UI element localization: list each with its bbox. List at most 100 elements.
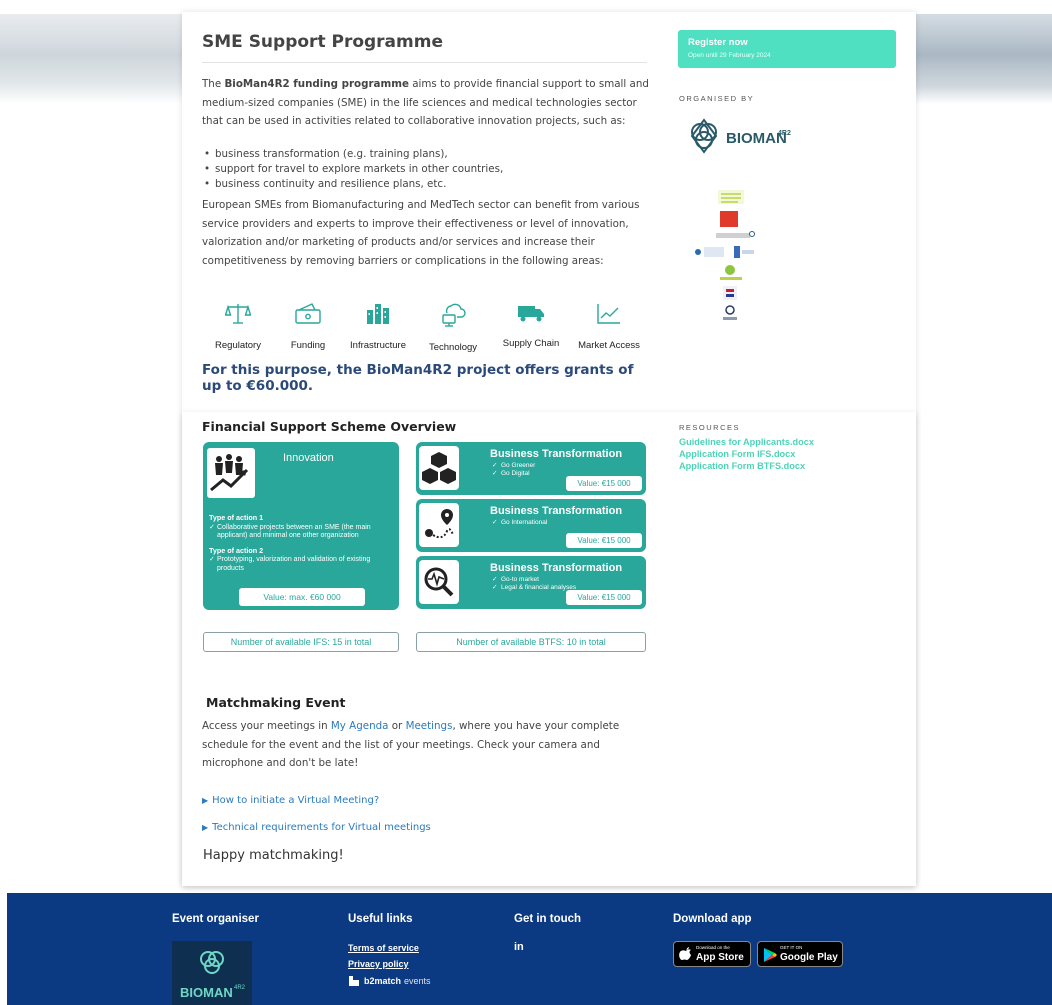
list-item: business continuity and resilience plans…	[202, 177, 652, 192]
bioman-logo[interactable]: BIOMAN 4R2	[682, 112, 802, 162]
bt-item: Go Digital	[492, 470, 535, 478]
organised-by-heading: ORGANISED BY	[679, 94, 755, 103]
privacy-link[interactable]: Privacy policy	[348, 959, 431, 969]
intro-bold: BioMan4R2 funding programme	[224, 78, 409, 90]
organiser-logo[interactable]: BIOMAN 4R2	[172, 941, 252, 1005]
partner-logo-group	[695, 246, 754, 258]
resource-links: Guidelines for Applicants.docx Applicati…	[679, 436, 814, 472]
toggle-label: Technical requirements for Virtual meeti…	[212, 822, 431, 833]
business-transformation-box: Business Transformation Go Greener Go Di…	[416, 442, 646, 495]
background-blur-left	[0, 14, 182, 104]
bt-item: Go Greener	[492, 462, 535, 470]
linkedin-icon[interactable]: in	[514, 941, 524, 953]
googleplay-big: Google Play	[780, 952, 838, 963]
footer-download-app: Download app	[673, 913, 752, 925]
partner-logo-text	[716, 233, 750, 238]
register-button[interactable]: Register now Open until 29 February 2024	[678, 30, 896, 68]
bt-value: Value: €15 000	[566, 590, 642, 605]
magnifier-pulse-icon	[419, 560, 459, 604]
partner-logo-red	[720, 211, 738, 227]
bt-items: Go Greener Go Digital	[492, 462, 535, 478]
area-technology: Technology	[413, 302, 493, 353]
register-label: Register now	[688, 37, 748, 48]
resource-link-form-ifs[interactable]: Application Form IFS.docx	[679, 448, 814, 460]
bt-item: Go International	[492, 519, 547, 527]
google-play-button[interactable]: GET IT ON Google Play	[757, 941, 843, 967]
resources-heading: RESOURCES	[679, 423, 741, 432]
footer-event-organiser: Event organiser	[172, 913, 259, 925]
bt-item: Legal & financial analyses	[492, 584, 576, 592]
organiser-logo-sup: 4R2	[234, 985, 246, 991]
b2match-events-text: events	[404, 976, 431, 986]
list-item: support for travel to explore markets in…	[202, 162, 652, 177]
matchmaking-title: Matchmaking Event	[206, 695, 346, 710]
areas-icon-row: Regulatory Funding Infrastructure Techno…	[198, 302, 648, 368]
app-store-button[interactable]: Download on the App Store	[673, 941, 751, 967]
available-btfs: Number of available BTFS: 10 in total	[416, 632, 646, 652]
my-agenda-link[interactable]: My Agenda	[331, 720, 389, 732]
bt-items: Go-to market Legal & financial analyses	[492, 576, 576, 592]
footer-links: Terms of service Privacy policy b2match …	[348, 943, 431, 987]
toggle-virtual-meeting[interactable]: ▶ How to initiate a Virtual Meeting?	[202, 795, 379, 806]
bt-title: Business Transformation	[490, 448, 623, 460]
bt-title: Business Transformation	[490, 562, 623, 574]
area-label: Funding	[290, 340, 326, 351]
innovation-people-icon	[207, 448, 255, 498]
grant-text: For this purpose, the BioMan4R2 project …	[202, 362, 634, 394]
page-title: SME Support Programme	[202, 32, 647, 63]
footer-useful-links: Useful links	[348, 913, 413, 925]
scheme-title: Financial Support Scheme Overview	[202, 419, 457, 434]
area-label: Supply Chain	[502, 338, 560, 349]
innovation-title: Innovation	[283, 452, 334, 464]
meetings-link[interactable]: Meetings	[406, 720, 453, 732]
area-supply-chain: Supply Chain	[491, 302, 571, 349]
wallet-icon	[295, 303, 321, 324]
area-label: Technology	[428, 342, 478, 353]
apple-icon	[679, 947, 691, 960]
bt-title: Business Transformation	[490, 505, 623, 517]
action1-item: Collaborative projects between an SME (t…	[209, 524, 393, 541]
scale-icon	[225, 304, 251, 324]
bt-value: Value: €15 000	[566, 476, 642, 491]
partner-logo-green	[720, 265, 742, 280]
resource-link-guidelines[interactable]: Guidelines for Applicants.docx	[679, 436, 814, 448]
b2match-text: b2match	[364, 976, 402, 986]
mm-text-1: Access your meetings in	[202, 720, 331, 732]
buildings-icon	[367, 304, 389, 324]
bioman-logo-sup: 4R2	[778, 130, 791, 137]
terms-link[interactable]: Terms of service	[348, 943, 431, 953]
b2match-link[interactable]: b2match events	[348, 975, 431, 987]
partner-logo-cebr	[723, 305, 737, 320]
google-play-icon	[764, 948, 777, 962]
footer-get-in-touch: Get in touch	[514, 913, 582, 925]
intro-prefix: The	[202, 78, 225, 90]
area-market-access: Market Access	[569, 302, 649, 351]
business-transformation-box: Business Transformation Go International…	[416, 499, 646, 552]
bt-item: Go-to market	[492, 576, 576, 584]
triangle-right-icon: ▶	[202, 796, 209, 805]
bt-items: Go International	[492, 519, 547, 527]
chart-line-icon	[597, 304, 620, 324]
innovation-box: Innovation Type of action 1 Collaborativ…	[203, 442, 399, 610]
appstore-big: App Store	[696, 952, 744, 963]
area-infrastructure: Infrastructure	[338, 302, 418, 351]
organiser-logo-text: BIOMAN	[180, 985, 233, 1000]
resource-link-form-btfs[interactable]: Application Form BTFS.docx	[679, 460, 814, 472]
area-label: Regulatory	[215, 340, 261, 351]
truck-icon	[518, 306, 544, 322]
appstore-small: Download on the	[696, 945, 730, 950]
area-regulatory: Regulatory	[198, 302, 278, 351]
b2match-icon	[349, 976, 359, 986]
googleplay-small: GET IT ON	[780, 945, 803, 950]
content-card: SME Support Programme The BioMan4R2 fund…	[182, 12, 916, 886]
partner-logo-turku	[718, 190, 744, 204]
area-funding: Funding	[268, 302, 348, 351]
triangle-right-icon: ▶	[202, 823, 209, 832]
partner-logo-circle	[749, 231, 755, 237]
register-sub: Open until 29 February 2024	[688, 52, 771, 59]
happy-matchmaking: Happy matchmaking!	[203, 848, 344, 863]
partner-logo-medicen	[723, 286, 737, 300]
business-transformation-box: Business Transformation Go-to market Leg…	[416, 556, 646, 609]
toggle-technical-requirements[interactable]: ▶ Technical requirements for Virtual meet…	[202, 822, 431, 833]
blocks-icon	[419, 446, 459, 490]
